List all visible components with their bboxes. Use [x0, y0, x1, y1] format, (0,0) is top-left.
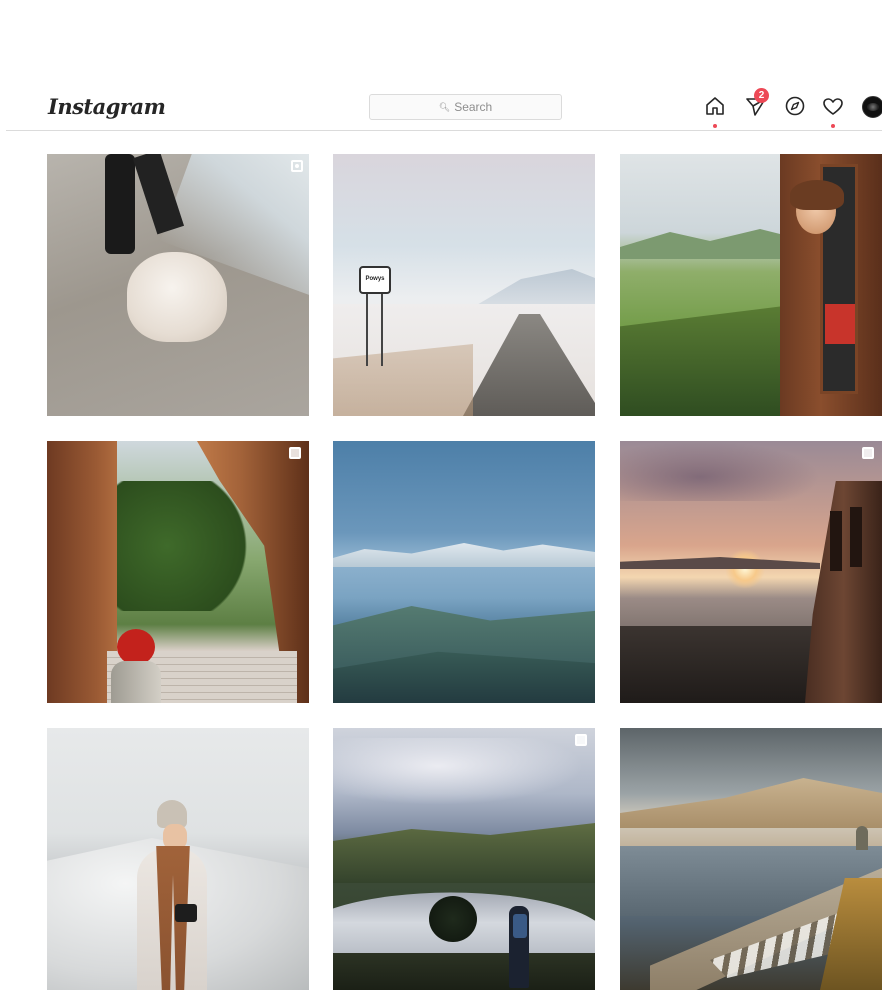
post-thumbnail-dog-beach[interactable] — [47, 154, 309, 416]
home-notification-dot — [713, 124, 717, 128]
post-thumbnail-hiker-lake[interactable] — [333, 728, 595, 990]
post-thumbnail-woman-snow[interactable] — [47, 728, 309, 990]
paper-plane-icon[interactable]: 2 — [744, 88, 769, 120]
post-thumbnail-tent-child[interactable] — [47, 441, 309, 703]
post-thumbnail-sunset-pier[interactable] — [620, 441, 882, 703]
post-thumbnail-snowy-road[interactable]: Powys — [333, 154, 595, 416]
activity-notification-dot — [831, 124, 835, 128]
search-icon: 🔍︎ — [438, 101, 451, 112]
instagram-profile-page: Instagram 🔍︎ Search 2 Powys — [0, 0, 882, 997]
top-nav-bar: Instagram 🔍︎ Search 2 — [6, 86, 882, 131]
search-input[interactable]: 🔍︎ Search — [369, 94, 562, 120]
video-icon — [291, 160, 303, 172]
home-icon[interactable] — [703, 94, 727, 128]
carousel-icon — [575, 734, 587, 746]
direct-badge: 2 — [754, 88, 769, 103]
search-placeholder: Search — [454, 100, 493, 114]
carousel-icon — [862, 447, 874, 459]
post-thumbnail-blue-mountains[interactable] — [333, 441, 595, 703]
post-thumbnail-train-window[interactable] — [620, 154, 882, 416]
heart-icon[interactable] — [821, 94, 845, 128]
compass-icon[interactable] — [783, 94, 807, 120]
road-sign: Powys — [359, 266, 391, 294]
post-thumbnail-dam[interactable] — [620, 728, 882, 990]
avatar[interactable] — [862, 96, 882, 118]
instagram-logo[interactable]: Instagram — [48, 94, 166, 119]
carousel-icon — [289, 447, 301, 459]
